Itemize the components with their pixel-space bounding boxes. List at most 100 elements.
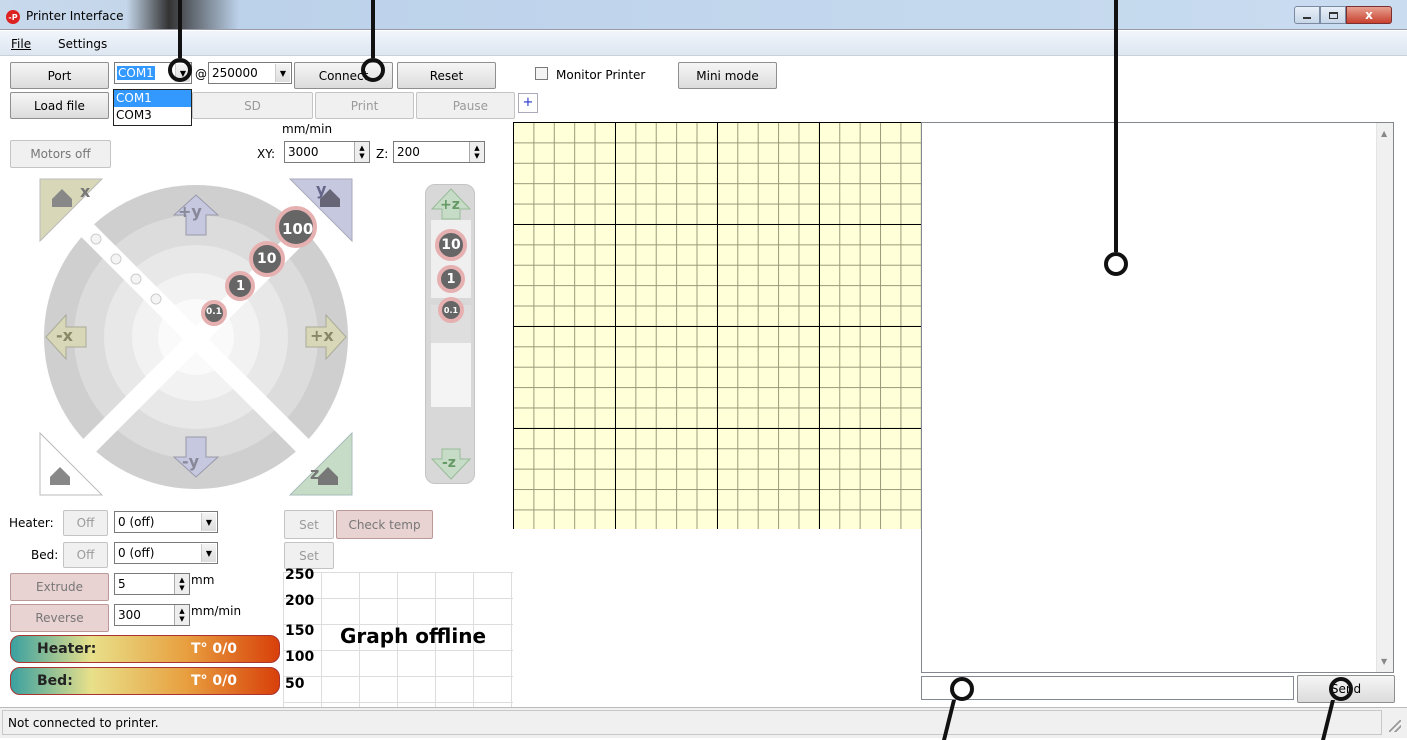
- plus-y-label: +y: [178, 202, 202, 221]
- pause-button[interactable]: Pause: [416, 92, 515, 119]
- chevron-down-icon[interactable]: ▼: [201, 544, 216, 562]
- maximize-button[interactable]: [1320, 6, 1346, 24]
- minus-z-label: -z: [442, 455, 456, 471]
- extrude-unit: mm: [191, 573, 215, 587]
- baud-select[interactable]: 250000 ▼: [208, 62, 292, 84]
- graph-tick: 50: [285, 676, 305, 692]
- step-01-label: 0.1: [206, 307, 222, 317]
- z-mid-zone[interactable]: [431, 343, 471, 407]
- bed-off-button[interactable]: Off: [63, 542, 108, 568]
- command-input[interactable]: [921, 676, 1294, 700]
- resize-grip-icon[interactable]: [1389, 720, 1401, 732]
- step-1-label: 1: [236, 279, 246, 294]
- port-option[interactable]: COM1: [114, 90, 191, 107]
- home-z-label: z: [310, 464, 320, 483]
- graph-tick: 150: [285, 623, 315, 639]
- home-y-label: y: [316, 180, 327, 199]
- heater-gauge: Heater: T° 0/0: [10, 635, 280, 663]
- extrude-spinner[interactable]: ▲ ▼: [174, 574, 189, 594]
- monitor-checkbox[interactable]: [535, 67, 548, 80]
- mini-mode-button[interactable]: Mini mode: [678, 62, 777, 89]
- sd-button[interactable]: SD: [192, 92, 313, 119]
- load-file-button[interactable]: Load file: [10, 92, 109, 119]
- heater-gauge-label: Heater:: [37, 641, 97, 657]
- step-100-label: 100: [282, 220, 314, 238]
- bed-temp-select[interactable]: 0 (off) ▼: [114, 542, 218, 564]
- extrude-button[interactable]: Extrude: [10, 573, 109, 601]
- callout-marker: [1329, 677, 1353, 701]
- extrude-speed-input[interactable]: 300 ▲ ▼: [114, 604, 190, 626]
- chevron-down-icon[interactable]: ▼: [275, 64, 290, 82]
- callout-line: [178, 0, 182, 58]
- minimize-icon: [1303, 17, 1311, 19]
- bed-gauge: Bed: T° 0/0: [10, 667, 280, 695]
- xy-feed-value: 3000: [288, 145, 319, 159]
- chevron-down-icon[interactable]: ▼: [201, 513, 216, 531]
- callout-marker: [950, 677, 974, 701]
- graph-tick: 200: [285, 593, 315, 609]
- z-step-01[interactable]: 0.1: [438, 297, 464, 323]
- extrude-speed-unit: mm/min: [191, 604, 242, 618]
- maximize-icon: [1328, 11, 1338, 19]
- z-jog-control[interactable]: +z -z 10 1 0.1: [425, 184, 475, 484]
- console-log[interactable]: ▲ ▼: [921, 122, 1394, 673]
- bed-set-button[interactable]: Set: [284, 542, 334, 569]
- heater-off-button[interactable]: Off: [63, 510, 108, 536]
- bed-gauge-label: Bed:: [37, 673, 73, 689]
- heater-gauge-value: T° 0/0: [191, 641, 238, 657]
- add-tab-button[interactable]: +: [518, 93, 538, 113]
- home-x-label: x: [80, 182, 91, 201]
- xy-label: XY:: [257, 147, 275, 161]
- baud-value: 250000: [212, 66, 258, 80]
- minus-y-label: -y: [182, 452, 200, 471]
- z-step-10[interactable]: 10: [435, 229, 467, 261]
- scroll-up-icon[interactable]: ▲: [1381, 129, 1387, 138]
- graph-tick: 250: [285, 567, 315, 583]
- title-bar: -P Printer Interface x: [0, 0, 1407, 30]
- at-sign: @: [195, 67, 207, 81]
- heater-set-button[interactable]: Set: [284, 510, 334, 539]
- plus-x-label: +x: [310, 326, 334, 345]
- bed-temp-value: 0 (off): [118, 546, 155, 560]
- callout-marker: [168, 58, 192, 82]
- print-button[interactable]: Print: [315, 92, 414, 119]
- controls-panel: Motors off mm/min XY: 3000 ▲ ▼ Z: 200 ▲ ▼: [0, 122, 513, 707]
- scroll-down-icon[interactable]: ▼: [1381, 657, 1387, 666]
- callout-line: [371, 0, 375, 58]
- port-dropdown: COM1 COM3: [113, 89, 192, 126]
- reset-button[interactable]: Reset: [397, 62, 496, 89]
- port-option[interactable]: COM3: [114, 107, 191, 124]
- print-bed-preview[interactable]: [513, 122, 921, 529]
- xy-feed-input[interactable]: 3000 ▲ ▼: [284, 141, 370, 163]
- plus-z-label: +z: [440, 197, 460, 213]
- z-feed-input[interactable]: 200 ▲ ▼: [393, 141, 485, 163]
- bed-gauge-value: T° 0/0: [191, 673, 238, 689]
- window-title: Printer Interface: [26, 9, 124, 23]
- minus-x-label: -x: [56, 326, 73, 345]
- temperature-graph: 250 200 150 100 50 Graph offline: [283, 567, 513, 707]
- xy-spinner[interactable]: ▲ ▼: [354, 142, 369, 162]
- scrollbar[interactable]: ▲ ▼: [1376, 123, 1393, 672]
- close-button[interactable]: x: [1346, 6, 1392, 24]
- extrude-length-input[interactable]: 5 ▲ ▼: [114, 573, 190, 595]
- reverse-button[interactable]: Reverse: [10, 604, 109, 632]
- callout-line: [1114, 0, 1118, 252]
- feed-unit-label: mm/min: [282, 122, 333, 136]
- z-step-1[interactable]: 1: [437, 265, 465, 293]
- port-button[interactable]: Port: [10, 62, 109, 89]
- app-logo-icon: -P: [6, 10, 20, 24]
- heater-temp-value: 0 (off): [118, 515, 155, 529]
- graph-tick: 100: [285, 649, 315, 665]
- graph-offline-label: Graph offline: [340, 624, 487, 648]
- heater-temp-select[interactable]: 0 (off) ▼: [114, 511, 218, 533]
- motors-off-button[interactable]: Motors off: [10, 140, 111, 168]
- speed-spinner[interactable]: ▲ ▼: [174, 605, 189, 625]
- menu-file[interactable]: File: [11, 37, 31, 51]
- bed-label: Bed:: [31, 548, 59, 562]
- z-spinner[interactable]: ▲ ▼: [469, 142, 484, 162]
- menu-settings[interactable]: Settings: [58, 37, 107, 51]
- minimize-button[interactable]: [1294, 6, 1320, 24]
- z-label: Z:: [376, 147, 389, 161]
- check-temp-button[interactable]: Check temp: [336, 510, 433, 539]
- callout-marker: [1104, 252, 1128, 276]
